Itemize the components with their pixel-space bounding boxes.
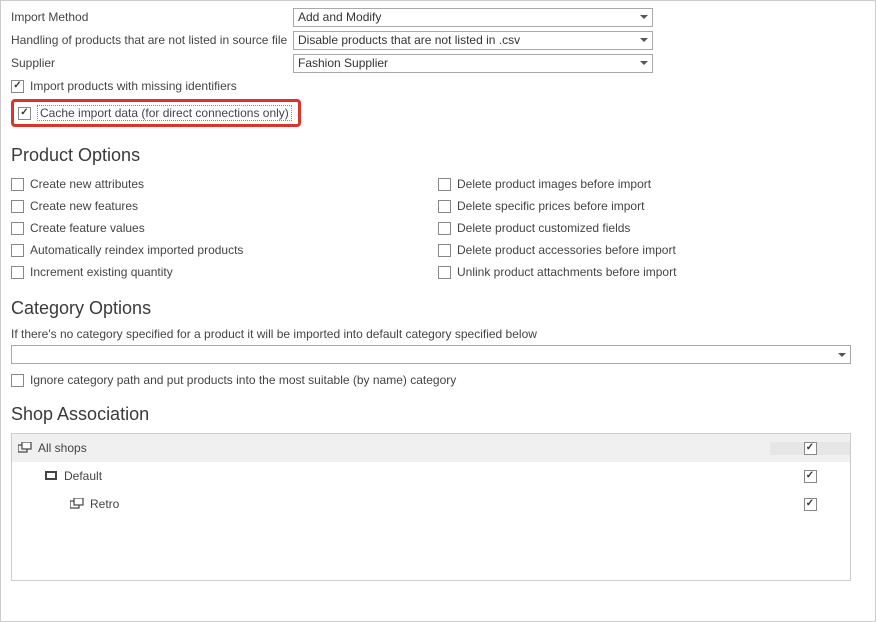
checkbox-delete-custom-fields[interactable] — [438, 222, 451, 235]
dropdown-handling-value: Disable products that are not listed in … — [298, 33, 520, 47]
tree-row-retro[interactable]: Retro — [12, 490, 850, 518]
product-options-grid: Create new attributes Create new feature… — [11, 174, 865, 284]
row-create-feature-values: Create feature values — [11, 218, 438, 238]
checkbox-auto-reindex[interactable] — [11, 244, 24, 257]
checkbox-unlink-attachments[interactable] — [438, 266, 451, 279]
label-create-new-features: Create new features — [30, 199, 138, 213]
chevron-down-icon — [640, 38, 648, 42]
chevron-down-icon — [640, 61, 648, 65]
tree-label-default: Default — [64, 469, 102, 483]
checkbox-delete-accessories[interactable] — [438, 244, 451, 257]
label-import-missing: Import products with missing identifiers — [30, 79, 237, 93]
tree-label-retro: Retro — [90, 497, 119, 511]
row-handling: Handling of products that are not listed… — [11, 30, 865, 50]
section-product-options: Product Options — [11, 145, 865, 166]
label-delete-custom-fields: Delete product customized fields — [457, 221, 630, 235]
label-auto-reindex: Automatically reindex imported products — [30, 243, 243, 257]
row-delete-custom-fields: Delete product customized fields — [438, 218, 865, 238]
checkbox-create-new-attributes[interactable] — [11, 178, 24, 191]
settings-panel: Import Method Add and Modify Handling of… — [0, 0, 876, 622]
section-category-options: Category Options — [11, 298, 865, 319]
chevron-down-icon — [838, 353, 846, 357]
checkbox-ignore-category-path[interactable] — [11, 374, 24, 387]
checkbox-import-missing[interactable] — [11, 80, 24, 93]
dropdown-default-category[interactable] — [11, 345, 851, 364]
row-import-missing: Import products with missing identifiers — [11, 76, 865, 96]
checkbox-delete-images[interactable] — [438, 178, 451, 191]
product-options-right: Delete product images before import Dele… — [438, 174, 865, 284]
dropdown-import-method[interactable]: Add and Modify — [293, 8, 653, 27]
label-ignore-category-path: Ignore category path and put products in… — [30, 373, 456, 387]
label-unlink-attachments: Unlink product attachments before import — [457, 265, 676, 279]
row-increment-qty: Increment existing quantity — [11, 262, 438, 282]
row-supplier: Supplier Fashion Supplier — [11, 53, 865, 73]
checkbox-cache-import[interactable] — [18, 107, 31, 120]
label-import-method: Import Method — [11, 10, 293, 24]
checkbox-delete-prices[interactable] — [438, 200, 451, 213]
highlight-cache-import: Cache import data (for direct connection… — [11, 99, 301, 127]
shop-group-icon — [18, 442, 32, 454]
checkbox-all-shops[interactable] — [804, 442, 817, 455]
dropdown-import-method-value: Add and Modify — [298, 10, 381, 24]
checkbox-create-new-features[interactable] — [11, 200, 24, 213]
label-supplier: Supplier — [11, 56, 293, 70]
row-create-new-features: Create new features — [11, 196, 438, 216]
row-create-new-attributes: Create new attributes — [11, 174, 438, 194]
checkbox-retro-shop[interactable] — [804, 498, 817, 511]
dropdown-supplier-value: Fashion Supplier — [298, 56, 388, 70]
row-import-method: Import Method Add and Modify — [11, 7, 865, 27]
row-delete-prices: Delete specific prices before import — [438, 196, 865, 216]
shop-tree: All shops Default Retro — [11, 433, 851, 581]
tree-label-all-shops: All shops — [38, 441, 87, 455]
row-delete-images: Delete product images before import — [438, 174, 865, 194]
label-increment-qty: Increment existing quantity — [30, 265, 173, 279]
checkbox-default-shop[interactable] — [804, 470, 817, 483]
label-create-feature-values: Create feature values — [30, 221, 145, 235]
label-cache-import: Cache import data (for direct connection… — [37, 105, 292, 121]
product-options-left: Create new attributes Create new feature… — [11, 174, 438, 284]
label-delete-prices: Delete specific prices before import — [457, 199, 644, 213]
row-ignore-category-path: Ignore category path and put products in… — [11, 370, 865, 390]
row-delete-accessories: Delete product accessories before import — [438, 240, 865, 260]
shop-icon — [70, 498, 84, 510]
label-delete-images: Delete product images before import — [457, 177, 651, 191]
checkbox-create-feature-values[interactable] — [11, 222, 24, 235]
section-shop-association: Shop Association — [11, 404, 865, 425]
row-auto-reindex: Automatically reindex imported products — [11, 240, 438, 260]
shop-icon — [44, 470, 58, 482]
tree-row-default[interactable]: Default — [12, 462, 850, 490]
row-unlink-attachments: Unlink product attachments before import — [438, 262, 865, 282]
dropdown-supplier[interactable]: Fashion Supplier — [293, 54, 653, 73]
dropdown-handling[interactable]: Disable products that are not listed in … — [293, 31, 653, 50]
category-help: If there's no category specified for a p… — [11, 327, 865, 341]
label-handling: Handling of products that are not listed… — [11, 33, 293, 47]
chevron-down-icon — [640, 15, 648, 19]
label-delete-accessories: Delete product accessories before import — [457, 243, 676, 257]
checkbox-increment-qty[interactable] — [11, 266, 24, 279]
tree-row-all-shops[interactable]: All shops — [12, 434, 850, 462]
label-create-new-attributes: Create new attributes — [30, 177, 144, 191]
